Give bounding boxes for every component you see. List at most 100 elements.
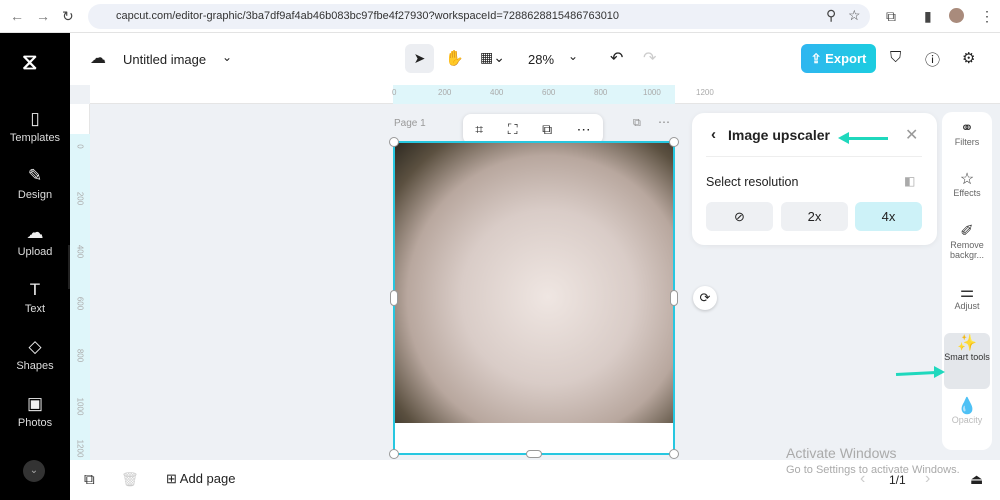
shield-icon[interactable]: ⛉ — [890, 49, 901, 66]
address-bar[interactable]: capcut.com/editor-graphic/3ba7df9af4ab46… — [88, 4, 870, 29]
help-icon[interactable]: ⓘ — [925, 49, 940, 70]
add-page-button[interactable]: ⊞ Add page — [166, 471, 235, 487]
tool-label: Effects — [953, 188, 981, 198]
annotation-arrowhead — [838, 132, 849, 144]
shapes-icon: ◇ — [28, 337, 42, 356]
cat-image[interactable] — [395, 143, 673, 423]
select-tool-button[interactable]: ➤ — [405, 44, 434, 73]
vertical-ruler: 0 200 400 600 800 1000 1200 — [70, 104, 90, 460]
adjust-icon: ⚌ — [959, 284, 975, 301]
menu-icon[interactable]: ⋮ — [980, 8, 994, 25]
back-icon[interactable]: ← — [10, 8, 24, 24]
forward-icon[interactable]: → — [36, 8, 50, 24]
tool-remove-background[interactable]: ✐ Remove backgr... — [944, 224, 990, 261]
redo-icon[interactable]: ↷ — [643, 48, 656, 68]
page-more-icon[interactable]: ⋯ — [658, 115, 670, 129]
effects-icon: ☆ — [959, 171, 975, 188]
sidebar-label: Templates — [9, 132, 61, 144]
reload-icon[interactable]: ↻ — [62, 8, 74, 25]
ruler-highlight — [393, 85, 675, 104]
document-title[interactable]: Untitled image — [123, 52, 206, 67]
sidebar-item-templates[interactable]: ▯ Templates — [0, 109, 70, 144]
tool-filters[interactable]: ⚭ Filters — [944, 120, 990, 148]
add-layer-icon[interactable]: ⧉ — [84, 471, 95, 488]
title-chevron-down-icon[interactable]: ⌄ — [222, 50, 232, 64]
duplicate-page-icon[interactable]: ⧉ — [633, 117, 641, 130]
extensions-icon[interactable]: ⧉ — [886, 8, 896, 25]
zoom-level[interactable]: 28% — [528, 52, 554, 67]
annotation-arrow — [895, 370, 937, 377]
text-icon: T — [29, 280, 41, 299]
resize-handle[interactable] — [669, 137, 679, 147]
scan-icon[interactable]: ⛶ — [508, 121, 518, 138]
option-label: 2x — [807, 209, 822, 224]
capcut-logo: ⧖ — [22, 49, 38, 74]
settings-icon[interactable]: ⚙ — [962, 49, 975, 67]
hand-tool-icon[interactable]: ✋ — [445, 49, 464, 67]
sidepanel-icon[interactable]: ▮ — [924, 8, 932, 25]
ruler-tick: 0 — [75, 144, 85, 149]
sidebar-label: Text — [24, 303, 46, 315]
option-label: 4x — [881, 209, 896, 224]
rotate-handle-icon[interactable]: ⟳ — [693, 286, 717, 310]
sidebar-label: Design — [17, 189, 53, 201]
zoom-icon[interactable]: ⚲ — [826, 7, 836, 24]
sidebar-item-photos[interactable]: ▣ Photos — [0, 394, 70, 429]
ruler-tick: 1000 — [75, 397, 85, 416]
bookmark-star-icon[interactable]: ☆ — [848, 7, 861, 24]
resize-handle[interactable] — [390, 290, 398, 306]
sidebar-item-upload[interactable]: ☁ Upload — [0, 223, 70, 258]
image-context-toolbar: ⌗ ⛶ ⧉ ⋯ — [463, 114, 603, 144]
annotation-arrow — [848, 137, 888, 140]
sidebar-item-shapes[interactable]: ◇ Shapes — [0, 337, 70, 372]
trash-icon[interactable]: 🗑 — [121, 471, 139, 488]
add-page-label: Add page — [179, 471, 236, 486]
more-icon[interactable]: ⋯ — [577, 121, 591, 138]
windows-watermark-subtitle: Go to Settings to activate Windows. — [786, 464, 960, 476]
export-button[interactable]: ⇪ Export — [801, 44, 876, 73]
undo-icon[interactable]: ↶ — [610, 48, 623, 68]
templates-icon: ▯ — [30, 109, 40, 128]
resolution-none-button[interactable]: ⊘ — [706, 202, 773, 231]
tool-label: Filters — [954, 137, 980, 147]
tool-label: Smart tools — [944, 352, 990, 362]
selected-image-frame[interactable] — [389, 137, 679, 459]
smart-tools-icon: ✨ — [957, 335, 977, 352]
resolution-2x-button[interactable]: 2x — [781, 202, 848, 231]
resize-handle[interactable] — [669, 449, 679, 459]
replace-icon[interactable]: ⧉ — [542, 121, 552, 138]
profile-avatar[interactable] — [949, 8, 964, 23]
back-chevron-icon[interactable]: ‹ — [711, 126, 716, 143]
tool-smart-tools[interactable]: ✨ Smart tools — [944, 333, 990, 389]
ruler-tick: 200 — [75, 191, 85, 206]
zoom-chevron-down-icon[interactable]: ⌄ — [568, 49, 578, 63]
crop-icon[interactable]: ⌗ — [475, 121, 483, 138]
sidebar-label: Shapes — [16, 360, 54, 372]
ruler-tick: 400 — [75, 244, 85, 259]
url-text: capcut.com/editor-graphic/3ba7df9af4ab46… — [116, 10, 620, 22]
add-page-icon: ⊞ — [166, 471, 180, 486]
page-manager-icon[interactable]: ⏏ — [970, 471, 983, 488]
windows-watermark-title: Activate Windows — [786, 445, 897, 461]
resize-handle[interactable] — [389, 137, 399, 147]
sidebar-item-text[interactable]: T Text — [0, 280, 70, 315]
filters-icon: ⚭ — [960, 120, 974, 137]
close-icon[interactable]: ✕ — [905, 125, 918, 145]
ruler-tick: 1000 — [643, 88, 661, 97]
resize-handle[interactable] — [389, 449, 399, 459]
tool-opacity[interactable]: 💧 Opacity — [944, 398, 990, 426]
tool-adjust[interactable]: ⚌ Adjust — [944, 284, 990, 312]
resolution-4x-button[interactable]: 4x — [855, 202, 922, 231]
sidebar-label: Upload — [17, 246, 53, 258]
tool-effects[interactable]: ☆ Effects — [944, 171, 990, 199]
upload-icon: ☁ — [26, 223, 44, 242]
layout-icon[interactable]: ▦⌄ — [480, 49, 505, 66]
sidebar-item-design[interactable]: ✎ Design — [0, 166, 70, 201]
compare-icon[interactable]: ◧ — [904, 174, 915, 188]
annotation-arrowhead — [934, 366, 945, 378]
opacity-icon: 💧 — [957, 398, 977, 415]
right-tools-panel: ⚭ Filters ☆ Effects ✐ Remove backgr... ⚌ Adj… — [942, 112, 992, 450]
resize-handle[interactable] — [526, 450, 542, 458]
more-chevron-button[interactable]: ⌄ — [23, 460, 45, 482]
resize-handle[interactable] — [670, 290, 678, 306]
